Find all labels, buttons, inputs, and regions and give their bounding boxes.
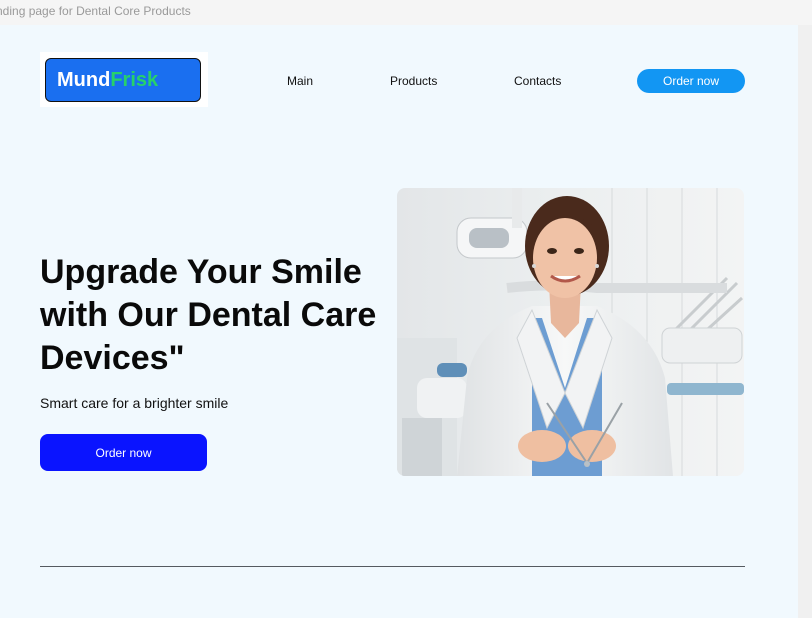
hero-order-button[interactable]: Order now [40,434,207,471]
logo[interactable]: Mund Frisk [45,58,201,102]
header-order-button[interactable]: Order now [637,69,745,93]
nav-contacts[interactable]: Contacts [514,74,561,88]
frame-label: nding page for Dental Core Products [0,4,191,18]
nav-products[interactable]: Products [390,74,437,88]
section-divider [40,566,745,567]
hero-title: Upgrade Your Smile with Our Dental Care … [40,253,377,377]
hero-subtitle: Smart care for a brighter smile [40,395,229,411]
dentist-photo [397,188,744,476]
logo-text-mund: Mund [57,68,111,91]
nav-main[interactable]: Main [287,74,313,88]
canvas-edge [798,25,812,618]
logo-container[interactable]: Mund Frisk [40,52,208,107]
logo-text-frisk: Frisk [110,68,159,91]
landing-page-frame: Mund Frisk Main Products Contacts Order n… [0,25,798,618]
